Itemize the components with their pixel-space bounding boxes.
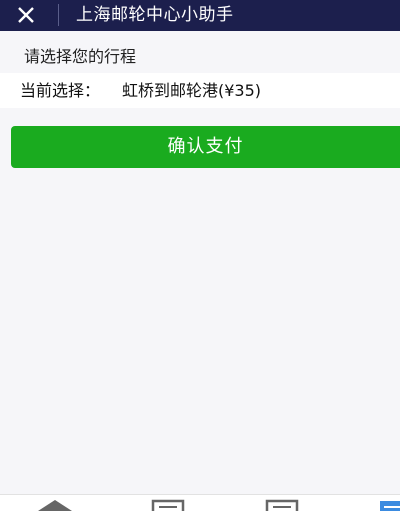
bottom-tab-bar <box>0 494 400 511</box>
confirm-pay-button[interactable]: 确认支付 <box>11 126 400 168</box>
trip-section-label: 请选择您的行程 <box>24 47 137 66</box>
document-icon <box>265 499 299 511</box>
page-title: 上海邮轮中心小助手 <box>76 5 234 25</box>
title-divider <box>58 4 59 26</box>
document-icon <box>151 499 185 511</box>
tab-4-active[interactable] <box>378 495 400 511</box>
home-icon <box>38 500 72 511</box>
close-button[interactable] <box>9 2 49 28</box>
current-selection-value: 虹桥到邮轮港(¥35) <box>122 81 262 100</box>
tab-3[interactable] <box>265 495 299 511</box>
tab-home[interactable] <box>36 495 74 511</box>
document-icon <box>380 501 400 511</box>
current-selection-row[interactable]: 当前选择： 虹桥到邮轮港(¥35) <box>0 73 400 108</box>
current-selection-label: 当前选择： <box>20 81 101 100</box>
title-bar: 上海邮轮中心小助手 <box>0 0 400 31</box>
tab-2[interactable] <box>151 495 185 511</box>
close-icon <box>18 7 34 23</box>
